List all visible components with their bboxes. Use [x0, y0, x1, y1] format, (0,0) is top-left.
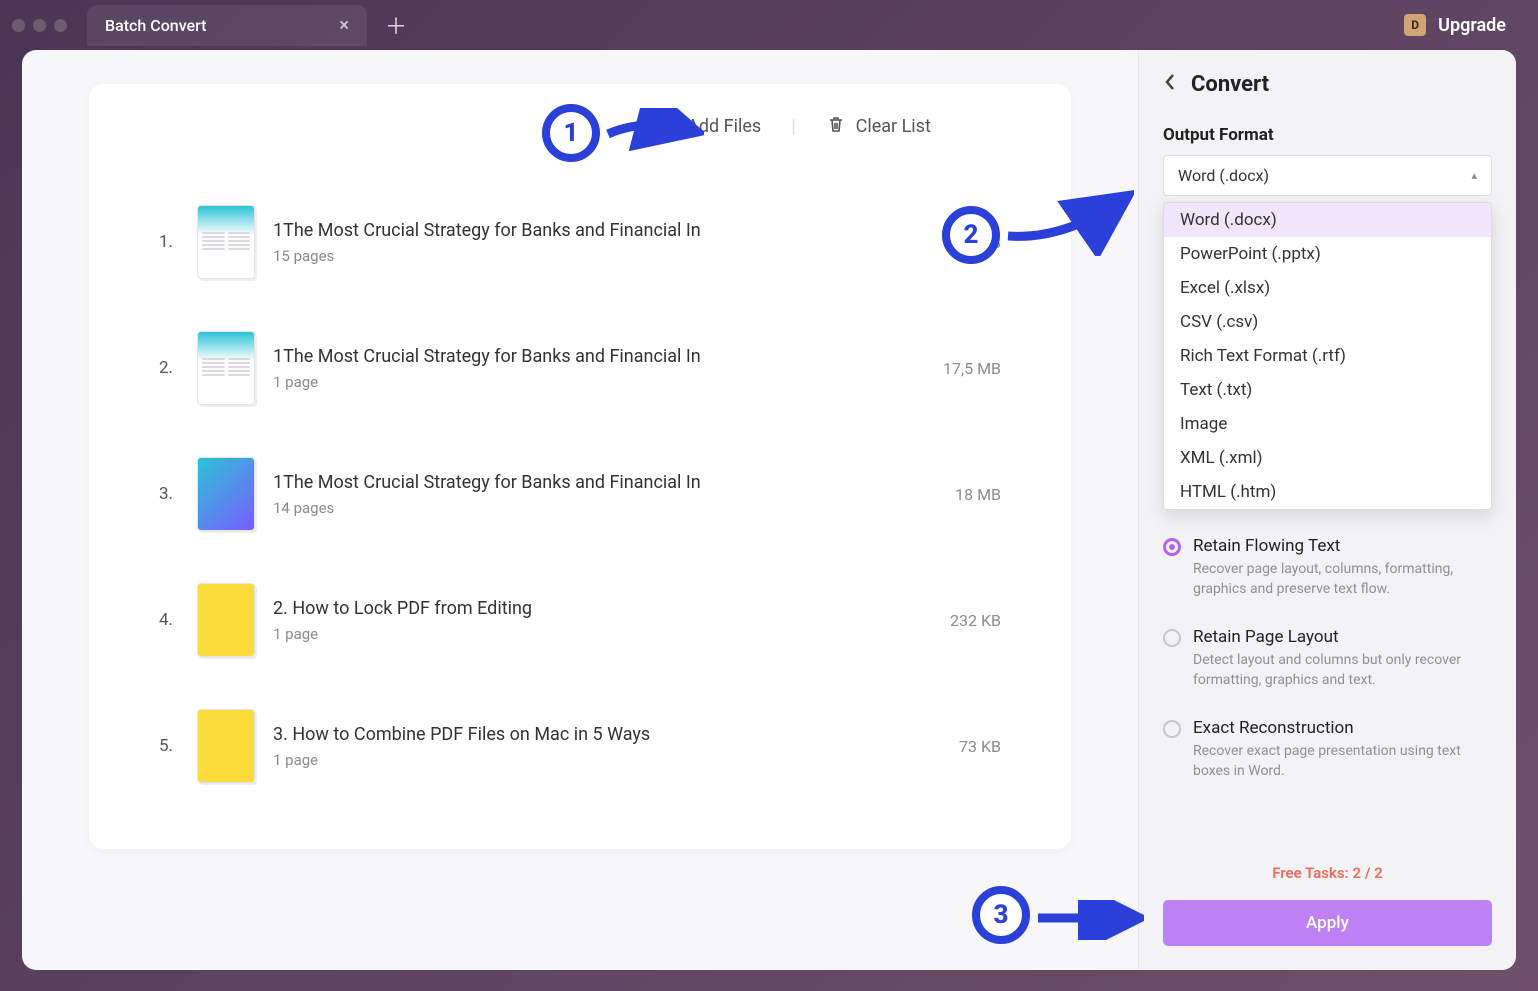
format-option[interactable]: CSV (.csv)	[1164, 305, 1491, 339]
file-meta: 2. How to Lock PDF from Editing 1 page	[273, 598, 893, 643]
layout-mode-radios: Retain Flowing Text Recover page layout, …	[1139, 510, 1516, 796]
file-title: 1The Most Crucial Strategy for Banks and…	[273, 346, 893, 367]
apply-label: Apply	[1306, 913, 1349, 933]
file-list: 1. 1The Most Crucial Strategy for Banks a…	[89, 179, 1071, 809]
radio-title: Exact Reconstruction	[1193, 718, 1492, 738]
layout-radio[interactable]: Exact Reconstruction Recover exact page p…	[1163, 704, 1492, 795]
format-option[interactable]: PowerPoint (.pptx)	[1164, 237, 1491, 271]
file-meta: 1The Most Crucial Strategy for Banks and…	[273, 472, 893, 517]
file-row[interactable]: 5. 3. How to Combine PDF Files on Mac in …	[159, 683, 1001, 809]
clear-list-button[interactable]: Clear List	[826, 114, 931, 139]
radio-description: Detect layout and columns but only recov…	[1193, 651, 1492, 690]
radio-description: Recover page layout, columns, formatting…	[1193, 560, 1492, 599]
format-option[interactable]: Word (.docx)	[1164, 203, 1491, 237]
layout-radio[interactable]: Retain Flowing Text Recover page layout, …	[1163, 522, 1492, 613]
annotation-3: 3	[972, 886, 1030, 944]
format-option[interactable]: Excel (.xlsx)	[1164, 271, 1491, 305]
file-size: 232 KB	[911, 611, 1001, 630]
file-index: 5.	[159, 736, 179, 756]
output-format-select[interactable]: Word (.docx) ▴	[1163, 155, 1492, 196]
file-thumbnail	[197, 583, 255, 657]
apply-button[interactable]: Apply	[1163, 900, 1492, 946]
upgrade-area[interactable]: D Upgrade	[1404, 14, 1506, 36]
file-pages: 14 pages	[273, 499, 893, 517]
radio-icon	[1163, 720, 1181, 738]
file-meta: 1The Most Crucial Strategy for Banks and…	[273, 346, 893, 391]
file-card: Add Files | Clear List 1.1The Most Cruci…	[89, 84, 1071, 849]
file-row[interactable]: 2. 1The Most Crucial Strategy for Banks a…	[159, 305, 1001, 431]
convert-side-panel: Convert Output Format Word (.docx) ▴ Wor…	[1138, 50, 1516, 970]
upgrade-label: Upgrade	[1438, 15, 1506, 36]
radio-icon	[1163, 538, 1181, 556]
back-icon[interactable]	[1163, 72, 1177, 97]
layout-radio[interactable]: Retain Page Layout Detect layout and colu…	[1163, 613, 1492, 704]
output-format-selected: Word (.docx)	[1178, 166, 1269, 185]
file-row[interactable]: 3. 1The Most Crucial Strategy for Banks a…	[159, 431, 1001, 557]
file-index: 1.	[159, 232, 179, 252]
format-option[interactable]: Text (.txt)	[1164, 373, 1491, 407]
file-thumbnail	[197, 457, 255, 531]
tab-batch-convert[interactable]: Batch Convert ×	[87, 5, 367, 46]
file-pages: 1 page	[273, 373, 893, 391]
file-size: 73 KB	[911, 737, 1001, 756]
add-tab-button[interactable]: ＋	[385, 9, 407, 41]
maximize-window-icon[interactable]	[54, 19, 67, 32]
file-title: 1The Most Crucial Strategy for Banks and…	[273, 472, 893, 493]
side-header: Convert	[1139, 50, 1516, 107]
radio-description: Recover exact page presentation using te…	[1193, 742, 1492, 781]
file-meta: 1The Most Crucial Strategy for Banks and…	[273, 220, 893, 265]
minimize-window-icon[interactable]	[33, 19, 46, 32]
format-option[interactable]: Image	[1164, 407, 1491, 441]
main-panel: Add Files | Clear List 1.1The Most Cruci…	[22, 50, 1138, 970]
file-row[interactable]: 1. 1The Most Crucial Strategy for Banks a…	[159, 179, 1001, 305]
close-tab-icon[interactable]: ×	[339, 15, 349, 36]
file-thumbnail	[197, 331, 255, 405]
file-size: 17,5 MB	[911, 359, 1001, 378]
file-title: 2. How to Lock PDF from Editing	[273, 598, 893, 619]
file-thumbnail	[197, 709, 255, 783]
file-index: 2.	[159, 358, 179, 378]
radio-icon	[1163, 629, 1181, 647]
file-pages: 15 pages	[273, 247, 893, 265]
file-thumbnail	[197, 205, 255, 279]
output-format-dropdown[interactable]: Word (.docx)PowerPoint (.pptx)Excel (.xl…	[1163, 202, 1492, 510]
radio-title: Retain Flowing Text	[1193, 536, 1492, 556]
side-title: Convert	[1191, 72, 1269, 97]
format-option[interactable]: Rich Text Format (.rtf)	[1164, 339, 1491, 373]
file-meta: 3. How to Combine PDF Files on Mac in 5 …	[273, 724, 893, 769]
annotation-1: 1	[542, 104, 600, 162]
file-index: 4.	[159, 610, 179, 630]
file-pages: 1 page	[273, 751, 893, 769]
avatar: D	[1404, 14, 1426, 36]
tab-title: Batch Convert	[105, 16, 206, 35]
window-controls	[12, 19, 67, 32]
format-option[interactable]: XML (.xml)	[1164, 441, 1491, 475]
clear-list-label: Clear List	[856, 116, 931, 137]
file-title: 3. How to Combine PDF Files on Mac in 5 …	[273, 724, 893, 745]
file-title: 1The Most Crucial Strategy for Banks and…	[273, 220, 893, 241]
annotation-arrow-3	[1034, 900, 1144, 940]
annotation-2: 2	[942, 206, 1000, 264]
annotation-arrow-1	[604, 108, 704, 158]
file-index: 3.	[159, 484, 179, 504]
annotation-arrow-2	[1004, 186, 1134, 256]
app-window: Add Files | Clear List 1.1The Most Cruci…	[22, 50, 1516, 970]
window-titlebar: Batch Convert × ＋ D Upgrade	[0, 0, 1538, 50]
format-option[interactable]: HTML (.htm)	[1164, 475, 1491, 509]
close-window-icon[interactable]	[12, 19, 25, 32]
free-tasks-label: Free Tasks: 2 / 2	[1139, 864, 1516, 882]
trash-icon	[826, 114, 846, 139]
caret-up-icon: ▴	[1471, 169, 1477, 182]
file-row[interactable]: 4.2. How to Lock PDF from Editing1 page2…	[159, 557, 1001, 683]
file-size: 18 MB	[911, 485, 1001, 504]
output-format-label: Output Format	[1139, 107, 1516, 155]
toolbar-separator: |	[791, 116, 795, 137]
radio-title: Retain Page Layout	[1193, 627, 1492, 647]
file-pages: 1 page	[273, 625, 893, 643]
